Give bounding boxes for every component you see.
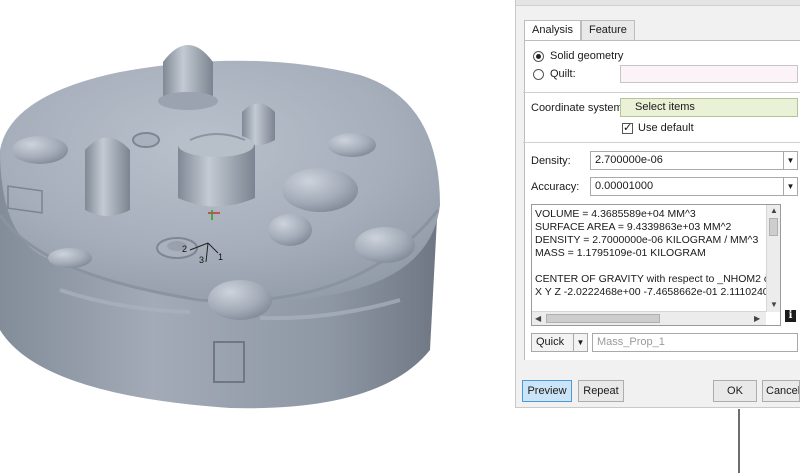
use-default-checkbox[interactable] xyxy=(622,121,633,134)
results-text-area[interactable]: VOLUME = 4.3685589e+04 MM^3 SURFACE AREA… xyxy=(531,204,781,326)
accuracy-value: 0.00001000 xyxy=(595,180,654,192)
dialog-anchor-line xyxy=(738,409,740,473)
density-input[interactable]: 2.700000e-06 ▼ xyxy=(590,151,798,170)
scroll-down-icon[interactable]: ▼ xyxy=(770,300,778,309)
analysis-type-dropdown[interactable]: Quick ▼ xyxy=(531,333,588,352)
quilt-option[interactable]: Quilt: xyxy=(533,68,576,80)
solid-geometry-label: Solid geometry xyxy=(550,50,624,62)
quilt-radio[interactable] xyxy=(533,68,544,80)
results-horizontal-scrollbar[interactable]: ◀ ▶ xyxy=(532,311,766,325)
solid-geometry-radio[interactable] xyxy=(533,50,544,62)
dialog-title-strip xyxy=(516,0,800,6)
tab-feature[interactable]: Feature xyxy=(580,20,635,40)
chevron-down-icon[interactable]: ▼ xyxy=(573,334,587,351)
result-line: DENSITY = 2.7000000e-06 KILOGRAM / MM^3 xyxy=(535,234,759,246)
model-render: 2 1 3 xyxy=(0,45,440,409)
dialog-tabs: Analysis Feature xyxy=(524,20,635,41)
separator xyxy=(523,142,800,143)
accuracy-dropdown-arrow[interactable]: ▼ xyxy=(783,178,797,195)
separator xyxy=(523,92,800,93)
scroll-up-icon[interactable]: ▲ xyxy=(770,206,778,215)
left-pillar xyxy=(85,137,130,216)
preview-button[interactable]: Preview xyxy=(522,380,572,402)
result-line: MASS = 1.1795109e-01 KILOGRAM xyxy=(535,247,706,259)
csys-label-3: 3 xyxy=(199,255,204,265)
scroll-left-icon[interactable]: ◀ xyxy=(535,314,541,323)
quilt-label: Quilt: xyxy=(550,68,576,80)
use-default-label: Use default xyxy=(638,122,694,134)
csys-label-1: 1 xyxy=(218,252,223,262)
result-line: VOLUME = 4.3685589e+04 MM^3 xyxy=(535,208,696,220)
horizontal-scroll-thumb[interactable] xyxy=(546,314,660,323)
density-label: Density: xyxy=(531,155,571,167)
accuracy-label: Accuracy: xyxy=(531,181,580,193)
csys-label-2: 2 xyxy=(182,244,187,254)
result-line: CENTER OF GRAVITY with respect to _NHOM2… xyxy=(535,273,781,285)
model-viewport[interactable]: 2 1 3 xyxy=(0,0,515,473)
density-value: 2.700000e-06 xyxy=(595,154,663,166)
solid-geometry-option[interactable]: Solid geometry xyxy=(533,50,623,62)
density-dropdown-arrow[interactable]: ▼ xyxy=(783,152,797,169)
repeat-button[interactable]: Repeat xyxy=(578,380,624,402)
vertical-scroll-thumb[interactable] xyxy=(769,218,778,236)
tab-analysis[interactable]: Analysis xyxy=(524,20,581,41)
accuracy-input[interactable]: 0.00001000 ▼ xyxy=(590,177,798,196)
analysis-type-value: Quick xyxy=(536,336,565,348)
coordinate-system-selector[interactable]: Select items xyxy=(620,98,798,117)
info-icon[interactable]: i xyxy=(785,310,796,322)
quilt-selector[interactable] xyxy=(620,65,798,83)
scroll-right-icon[interactable]: ▶ xyxy=(754,314,760,323)
analysis-name-input[interactable]: Mass_Prop_1 xyxy=(592,333,798,352)
results-vertical-scrollbar[interactable]: ▲ ▼ xyxy=(766,205,780,312)
result-line: X Y Z -2.0222468e+00 -7.4658662e-01 2.11… xyxy=(535,286,769,298)
ok-button[interactable]: OK xyxy=(713,380,757,402)
result-line: SURFACE AREA = 9.4339863e+03 MM^2 xyxy=(535,221,732,233)
use-default-option[interactable]: Use default xyxy=(622,121,694,134)
cancel-button[interactable]: Cancel xyxy=(762,380,800,402)
coordinate-system-label: Coordinate system: xyxy=(531,102,626,114)
